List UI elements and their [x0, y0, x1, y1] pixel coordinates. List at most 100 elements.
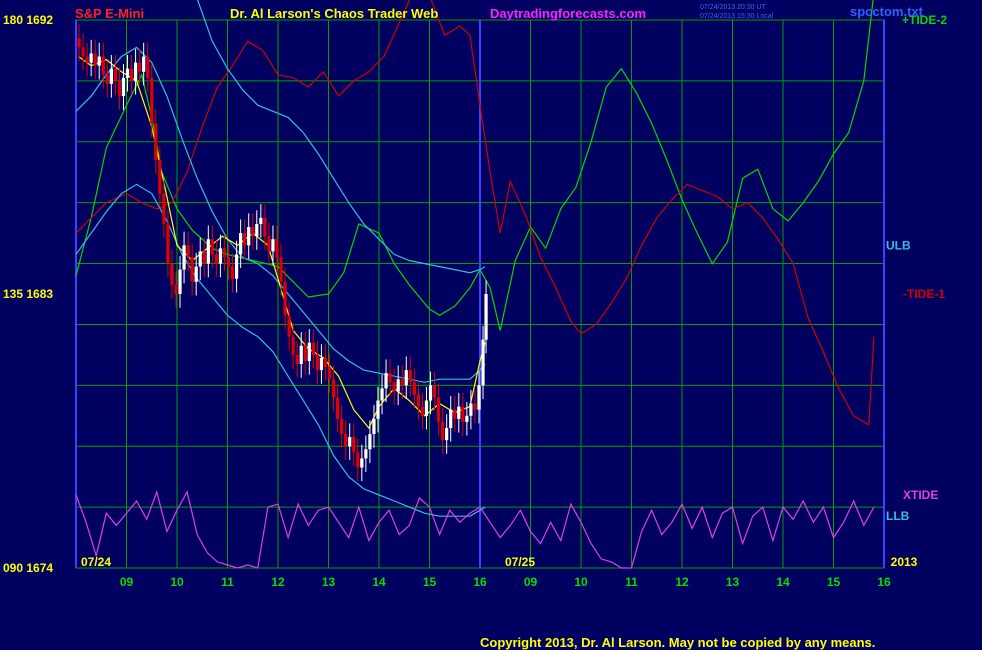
price-bar: [146, 56, 150, 78]
series-label: LLB: [886, 509, 910, 523]
series-line: [75, 489, 875, 569]
price-bar: [89, 53, 93, 63]
price-bar: [372, 418, 376, 435]
price-bar: [477, 385, 481, 410]
price-bar: [449, 409, 453, 428]
price-bar: [441, 421, 445, 441]
price-bar: [113, 68, 118, 81]
price-bar: [364, 449, 368, 459]
timestamp-ut: 07/24/2013 20:30 UT: [700, 4, 766, 11]
price-bar: [295, 354, 299, 365]
price-bar: [182, 245, 186, 270]
price-bar: [251, 227, 255, 237]
price-bar: [384, 373, 388, 389]
price-bar: [194, 266, 198, 282]
x-tick-label: 15: [827, 575, 841, 589]
price-bar: [465, 415, 469, 422]
price-bar: [243, 233, 247, 246]
price-bar: [376, 400, 380, 419]
price-bar: [186, 245, 190, 258]
series-label: ULB: [886, 238, 911, 252]
series-line: [75, 46, 486, 383]
price-bar: [457, 406, 461, 419]
price-bar: [396, 379, 400, 392]
price-bar: [380, 388, 384, 401]
price-bar: [166, 223, 170, 264]
price-bar: [162, 193, 166, 224]
price-bar: [218, 248, 223, 264]
price-bar: [150, 77, 154, 124]
series-layer: [75, 0, 875, 569]
price-bar: [283, 281, 287, 316]
chart-labels: 180 1692 135 1683 090 1674 09 10 11 12 13 14 15 16…: [3, 13, 947, 589]
chart-title: Dr. Al Larson's Chaos Trader Web: [230, 6, 438, 21]
price-bar: [291, 336, 295, 355]
price-bar: [121, 77, 126, 97]
x-tick-label: 11: [221, 575, 234, 589]
price-bar: [315, 354, 320, 371]
price-bar: [125, 68, 130, 78]
x-tick-label: 13: [726, 575, 740, 589]
price-bar: [331, 379, 336, 398]
x-tick-label: 16: [473, 575, 487, 589]
price-bar: [109, 68, 113, 84]
price-bar: [190, 257, 194, 282]
y-axis-label: 135 1683: [3, 287, 53, 301]
price-bar: [174, 284, 178, 294]
y-axis-label: 180 1692: [3, 13, 53, 27]
price-bar: [408, 370, 412, 383]
series-line: [197, 0, 486, 274]
price-bar: [93, 53, 97, 66]
price-bar: [263, 217, 267, 237]
price-bar: [340, 418, 344, 435]
price-bar: [307, 342, 311, 361]
price-bar: [319, 357, 324, 371]
price-bar: [142, 56, 146, 72]
price-bar: [279, 257, 283, 282]
price-bar: [356, 452, 360, 468]
x-tick-label: 09: [524, 575, 538, 589]
price-bar: [392, 382, 396, 392]
price-bars: [77, 24, 488, 482]
x-tick-label: 12: [675, 575, 689, 589]
x-tick-label: 14: [776, 575, 790, 589]
price-bar: [416, 394, 421, 407]
price-bar: [412, 382, 416, 395]
price-bar: [311, 342, 315, 355]
series-line: [75, 0, 875, 426]
price-bar: [226, 257, 231, 267]
series-label: XTIDE: [903, 488, 938, 502]
price-bar: [170, 263, 174, 285]
price-bar: [133, 62, 138, 81]
price-bar: [323, 357, 328, 368]
price-bar: [222, 248, 227, 258]
price-bar: [461, 406, 465, 422]
price-bar: [239, 233, 243, 255]
price-bar: [287, 315, 291, 337]
price-bar: [259, 217, 263, 224]
price-bar: [436, 397, 441, 422]
copyright-notice: Copyright 2013, Dr. Al Larson. May not b…: [480, 635, 875, 650]
price-bar: [299, 345, 303, 365]
price-bar: [178, 269, 182, 294]
price-bar: [368, 434, 372, 450]
price-bar: [271, 239, 275, 252]
price-bar: [484, 294, 488, 340]
price-bar: [255, 223, 259, 237]
price-bar: [214, 254, 219, 264]
price-bar: [210, 239, 214, 255]
site-link[interactable]: Daytradingforecasts.com: [490, 6, 646, 21]
x-tick-label: 10: [574, 575, 588, 589]
instrument-title: S&P E-Mini: [75, 6, 144, 21]
price-bar: [360, 458, 364, 468]
series-line: [75, 183, 486, 517]
x-tick-label: 11: [625, 575, 638, 589]
date-label: 07/24: [81, 555, 111, 569]
x-tick-label: 09: [120, 575, 134, 589]
price-bar: [129, 68, 134, 81]
x-tick-label: 13: [322, 575, 336, 589]
price-bar: [481, 339, 485, 386]
price-bar: [420, 406, 425, 416]
price-bar: [202, 251, 206, 264]
x-tick-label: 12: [271, 575, 285, 589]
